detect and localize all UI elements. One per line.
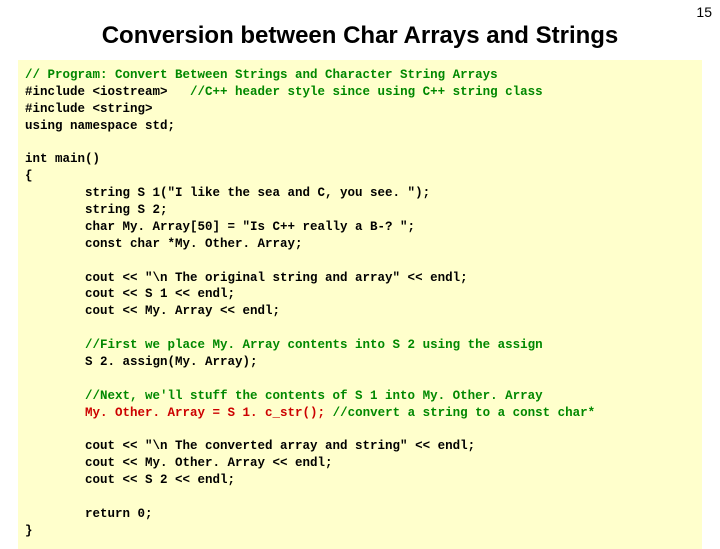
- code-block: // Program: Convert Between Strings and …: [18, 60, 702, 549]
- code-line: const char *My. Other. Array;: [25, 237, 303, 251]
- code-line: cout << "\n The converted array and stri…: [25, 439, 475, 453]
- code-line: char My. Array[50] = "Is C++ really a B-…: [25, 220, 415, 234]
- code-line: #include <string>: [25, 102, 153, 116]
- code-highlight: My. Other. Array = S 1. c_str();: [85, 406, 325, 420]
- code-comment: //First we place My. Array contents into…: [25, 338, 543, 352]
- code-line: using namespace std;: [25, 119, 175, 133]
- code-line: return 0;: [25, 507, 153, 521]
- code-line: cout << "\n The original string and arra…: [25, 271, 468, 285]
- page-number: 15: [696, 4, 712, 20]
- slide-title: Conversion between Char Arrays and Strin…: [0, 0, 720, 60]
- code-line: cout << S 1 << endl;: [25, 287, 235, 301]
- code-line: {: [25, 169, 33, 183]
- code-line: [25, 406, 85, 420]
- code-line: string S 1("I like the sea and C, you se…: [25, 186, 430, 200]
- code-line: cout << S 2 << endl;: [25, 473, 235, 487]
- code-line: }: [25, 524, 33, 538]
- code-line: string S 2;: [25, 203, 168, 217]
- code-line: S 2. assign(My. Array);: [25, 355, 258, 369]
- code-comment: //convert a string to a const char*: [325, 406, 595, 420]
- code-line: int main(): [25, 152, 100, 166]
- code-line: cout << My. Array << endl;: [25, 304, 280, 318]
- code-comment: // Program: Convert Between Strings and …: [25, 68, 498, 82]
- code-comment: //Next, we'll stuff the contents of S 1 …: [25, 389, 543, 403]
- code-comment: //C++ header style since using C++ strin…: [190, 85, 543, 99]
- code-line: #include <iostream>: [25, 85, 190, 99]
- code-line: cout << My. Other. Array << endl;: [25, 456, 333, 470]
